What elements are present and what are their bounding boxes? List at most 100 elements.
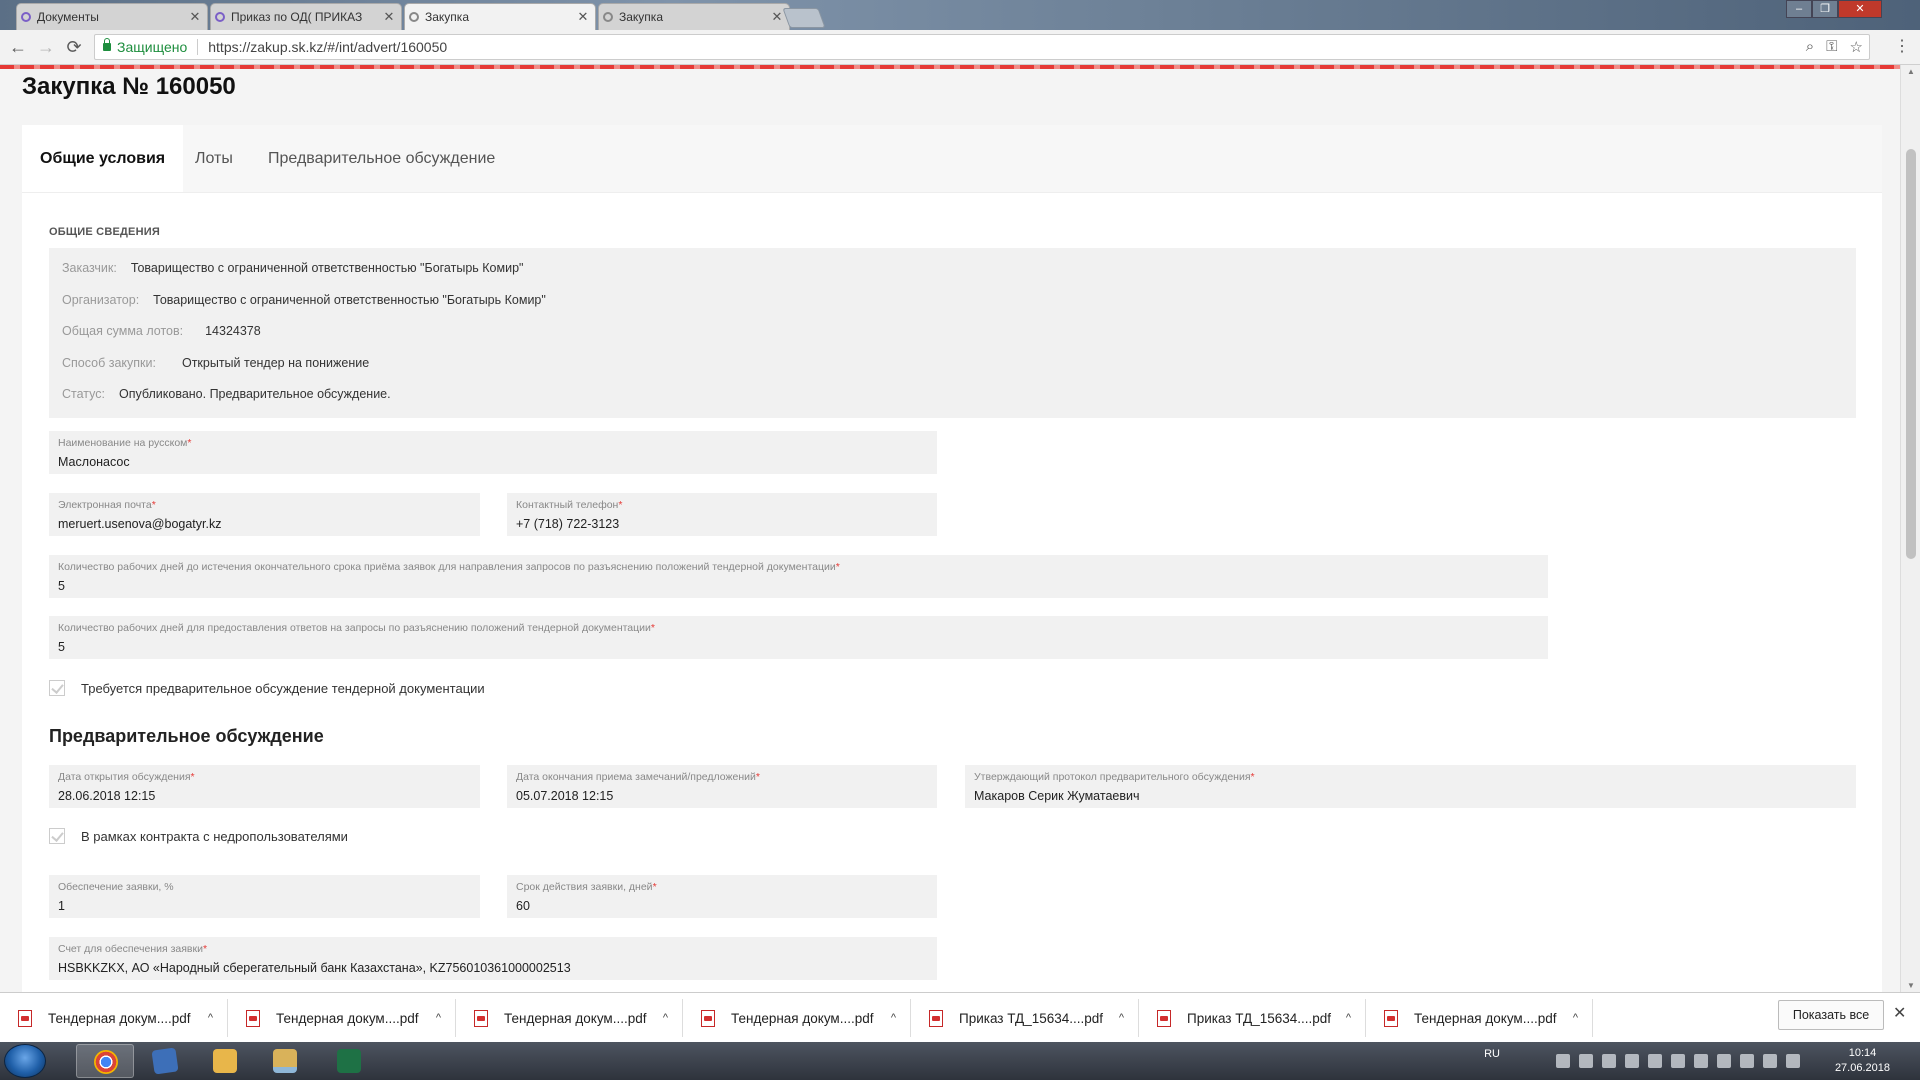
close-icon[interactable]: ✕ [189, 9, 201, 25]
tab-general-conditions[interactable]: Общие условия [22, 125, 184, 192]
new-tab-button[interactable] [782, 8, 826, 28]
checkbox[interactable] [49, 680, 65, 696]
taskbar-chrome[interactable] [76, 1044, 134, 1078]
download-filename[interactable]: Тендерная докум....pdf [504, 1011, 646, 1026]
download-filename[interactable]: Приказ ТД_15634....pdf [959, 1011, 1103, 1026]
checkbox[interactable] [49, 828, 65, 844]
field-value[interactable]: 1 [58, 899, 471, 913]
language-indicator[interactable]: RU [1484, 1048, 1500, 1060]
back-icon[interactable]: ← [8, 37, 28, 57]
start-button[interactable] [4, 1044, 46, 1078]
download-filename[interactable]: Тендерная докум....pdf [48, 1011, 190, 1026]
close-icon[interactable]: ✕ [1893, 1003, 1906, 1023]
download-item[interactable]: Тендерная докум....pdf ^ [683, 999, 911, 1037]
subsoil-contract-checkbox-row[interactable]: В рамках контракта с недропользователями [49, 828, 348, 844]
menu-icon[interactable]: ⋮ [1894, 36, 1910, 56]
window-close-icon[interactable]: ✕ [1838, 0, 1882, 18]
browser-tab-documents[interactable]: Документы ✕ [16, 3, 208, 30]
phone-field[interactable]: Контактный телефон* +7 (718) 722-3123 [507, 493, 937, 536]
shield-icon[interactable] [1717, 1054, 1731, 1068]
name-ru-field[interactable]: Наименование на русском* Маслонасос [49, 431, 937, 474]
key-icon[interactable]: ⚿ [1826, 38, 1837, 56]
download-item[interactable]: Тендерная докум....pdf ^ [1366, 999, 1593, 1037]
field-value[interactable]: Макаров Серик Жуматаевич [974, 789, 1847, 803]
usb-icon[interactable] [1740, 1054, 1754, 1068]
field-label: Дата открытия обсуждения* [58, 771, 195, 783]
account-field[interactable]: Счет для обеспечения заявки* HSBKKZKX, А… [49, 937, 937, 980]
url-text[interactable]: https://zakup.sk.kz/#/int/advert/160050 [208, 39, 447, 55]
forward-icon[interactable]: → [36, 37, 56, 57]
close-date-field[interactable]: Дата окончания приема замечаний/предложе… [507, 765, 937, 808]
days-requests-field[interactable]: Количество рабочих дней до истечения око… [49, 555, 1548, 598]
update-icon[interactable] [1694, 1054, 1708, 1068]
globe-icon [409, 12, 419, 22]
taskbar-excel[interactable] [320, 1044, 378, 1078]
field-value[interactable]: 5 [58, 640, 1539, 654]
field-value[interactable]: 28.06.2018 12:15 [58, 789, 471, 803]
chevron-up-icon[interactable]: ^ [436, 1012, 441, 1024]
restore-icon[interactable]: ❐ [1812, 0, 1838, 18]
field-value[interactable]: meruert.usenova@bogatyr.kz [58, 517, 471, 531]
circle-icon [215, 12, 225, 22]
prelim-discussion-checkbox-row[interactable]: Требуется предварительное обсуждение тен… [49, 680, 485, 696]
download-item[interactable]: Тендерная докум....pdf ^ [456, 999, 683, 1037]
chevron-up-icon[interactable]: ^ [891, 1012, 896, 1024]
minimize-icon[interactable]: – [1786, 0, 1812, 18]
scroll-up-icon[interactable]: ▲ [1901, 67, 1920, 76]
address-bar[interactable]: Защищено https://zakup.sk.kz/#/int/adver… [94, 34, 1870, 60]
network-icon[interactable] [1625, 1054, 1639, 1068]
printer-icon[interactable] [1648, 1054, 1662, 1068]
browser-tab-prikaz[interactable]: Приказ по ОД( ПРИКАЗ ✕ [210, 3, 402, 30]
star-icon[interactable]: ☆ [1850, 38, 1863, 56]
info-label: Общая сумма лотов: [62, 324, 184, 338]
page-scrollbar[interactable]: ▲ ▼ [1900, 65, 1920, 992]
chevron-up-icon[interactable]: ^ [208, 1012, 213, 1024]
chevron-up-icon[interactable]: ^ [1573, 1012, 1578, 1024]
taskbar-notes[interactable] [136, 1044, 194, 1078]
download-filename[interactable]: Тендерная докум....pdf [1414, 1011, 1556, 1026]
days-answers-field[interactable]: Количество рабочих дней для предоставлен… [49, 616, 1548, 659]
show-all-downloads-button[interactable]: Показать все [1778, 1000, 1884, 1030]
download-filename[interactable]: Приказ ТД_15634....pdf [1187, 1011, 1331, 1026]
speaker-icon[interactable] [1786, 1054, 1800, 1068]
close-icon[interactable]: ✕ [577, 9, 589, 25]
scroll-thumb[interactable] [1906, 149, 1916, 559]
tab-preliminary-discussion[interactable]: Предварительное обсуждение [250, 125, 513, 192]
email-field[interactable]: Электронная почта* meruert.usenova@bogat… [49, 493, 480, 536]
approver-field[interactable]: Утверждающий протокол предварительного о… [965, 765, 1856, 808]
taskbar-explorer[interactable] [256, 1044, 314, 1078]
chevron-up-icon[interactable]: ^ [663, 1012, 668, 1024]
close-icon[interactable]: ✕ [383, 9, 395, 25]
volume-icon[interactable] [1671, 1054, 1685, 1068]
bulb-icon[interactable] [1579, 1054, 1593, 1068]
tab-lots[interactable]: Лоты [177, 125, 251, 192]
download-item[interactable]: Приказ ТД_15634....pdf ^ [1139, 999, 1366, 1037]
close-icon[interactable]: ✕ [771, 9, 783, 25]
system-clock[interactable]: 10:14 27.06.2018 [1835, 1046, 1890, 1076]
app-tray-icon[interactable] [1602, 1054, 1616, 1068]
scroll-down-icon[interactable]: ▼ [1901, 981, 1920, 990]
reload-icon[interactable]: ⟳ [64, 37, 84, 57]
field-value[interactable]: 5 [58, 579, 1539, 593]
download-filename[interactable]: Тендерная докум....pdf [731, 1011, 873, 1026]
taskbar-folder[interactable] [196, 1044, 254, 1078]
chevron-up-icon[interactable]: ^ [1346, 1012, 1351, 1024]
field-value[interactable]: +7 (718) 722-3123 [516, 517, 928, 531]
zoom-icon[interactable]: ⌕ [1806, 38, 1814, 56]
field-value[interactable]: 60 [516, 899, 928, 913]
open-date-field[interactable]: Дата открытия обсуждения* 28.06.2018 12:… [49, 765, 480, 808]
download-item[interactable]: Тендерная докум....pdf ^ [0, 999, 228, 1037]
field-value[interactable]: HSBKKZKX, АО «Народный сберегательный ба… [58, 961, 928, 975]
download-item[interactable]: Тендерная докум....pdf ^ [228, 999, 456, 1037]
display-icon[interactable] [1763, 1054, 1777, 1068]
chevron-up-icon[interactable]: ^ [1119, 1012, 1124, 1024]
security-percent-field[interactable]: Обеспечение заявки, % 1 [49, 875, 480, 918]
flag-icon[interactable] [1556, 1054, 1570, 1068]
download-item[interactable]: Приказ ТД_15634....pdf ^ [911, 999, 1139, 1037]
validity-days-field[interactable]: Срок действия заявки, дней* 60 [507, 875, 937, 918]
field-value[interactable]: Маслонасос [58, 455, 928, 469]
browser-tab-zakupka[interactable]: Закупка ✕ [598, 3, 790, 30]
field-value[interactable]: 05.07.2018 12:15 [516, 789, 928, 803]
download-filename[interactable]: Тендерная докум....pdf [276, 1011, 418, 1026]
browser-tab-zakupka-active[interactable]: Закупка ✕ [404, 3, 596, 30]
